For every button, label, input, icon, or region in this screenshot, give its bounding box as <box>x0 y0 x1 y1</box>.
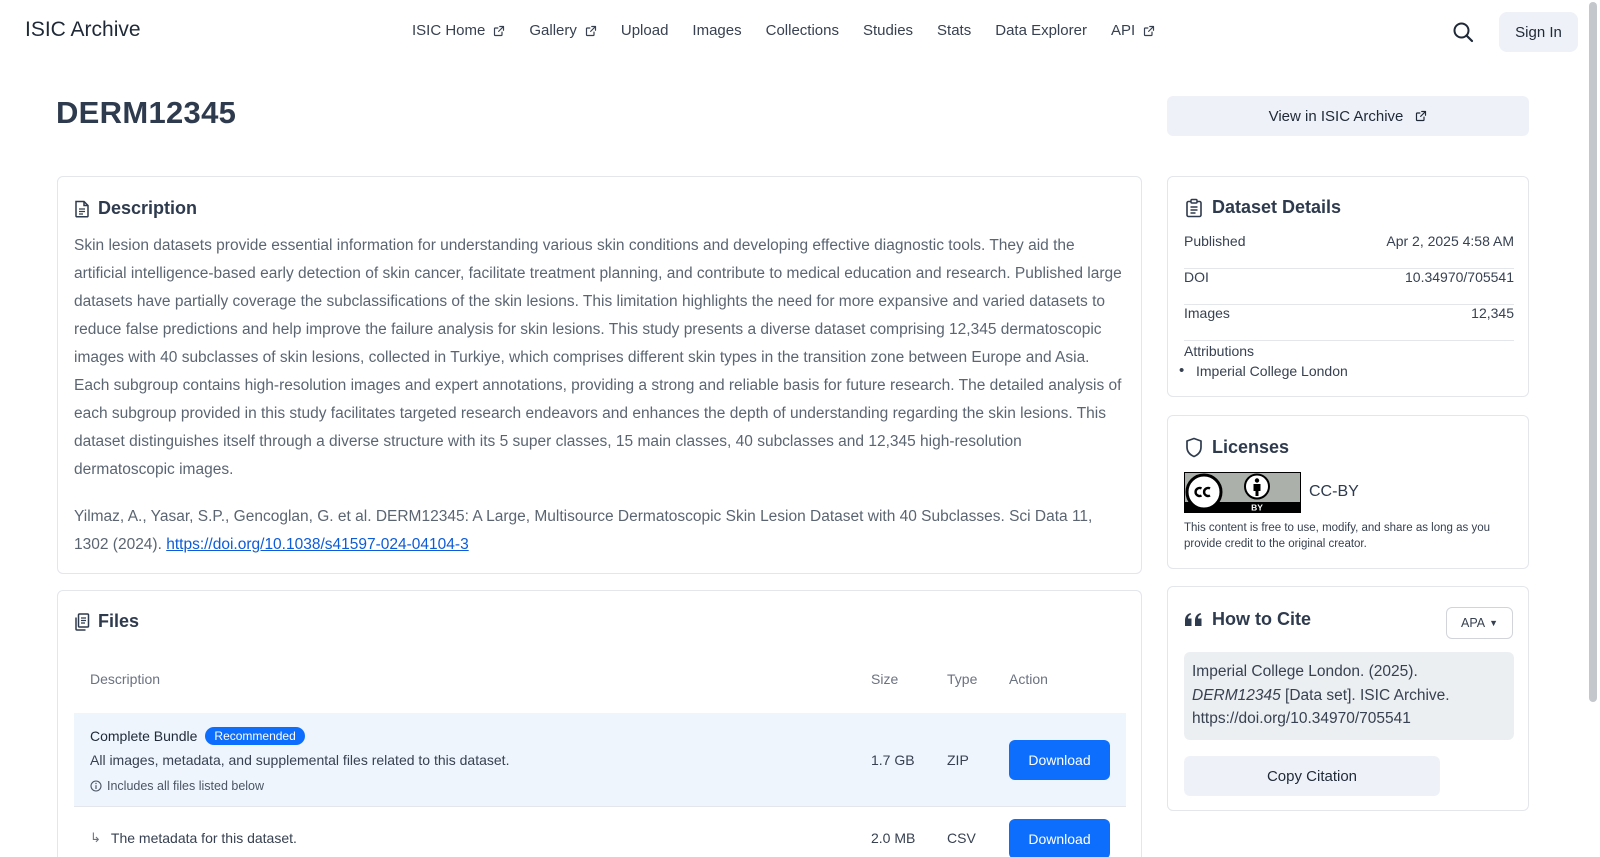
nav-link-label: Gallery <box>529 22 577 39</box>
cc-icon <box>1185 473 1223 511</box>
nav-link-stats[interactable]: Stats <box>937 22 971 39</box>
licenses-heading-text: Licenses <box>1212 437 1290 457</box>
cite-heading: How to Cite <box>1184 609 1311 630</box>
download-metadata-button[interactable]: Download <box>1009 819 1110 857</box>
files-heading-text: Files <box>98 611 140 631</box>
external-link-icon <box>494 25 505 36</box>
cc-badge-text: BY <box>1251 503 1263 513</box>
page-title: DERM12345 <box>56 95 237 130</box>
detail-row-published: Published Apr 2, 2025 4:58 AM <box>1184 233 1514 269</box>
view-button-label: View in ISIC Archive <box>1268 107 1404 125</box>
detail-label: DOI <box>1184 269 1209 285</box>
sub-file-arrow-icon: ↳ <box>90 830 101 845</box>
how-to-cite-card: How to Cite APA ▼ Imperial College Londo… <box>1167 586 1529 811</box>
recommended-badge: Recommended <box>205 727 305 745</box>
detail-value: 12,345 <box>1471 305 1514 321</box>
column-header-action: Action <box>1009 671 1048 687</box>
details-heading-text: Dataset Details <box>1212 197 1342 217</box>
document-icon <box>75 200 89 218</box>
detail-row-doi: DOI 10.34970/705541 <box>1184 269 1514 305</box>
file-size: 2.0 MB <box>871 830 916 846</box>
detail-label: Published <box>1184 233 1246 249</box>
column-header-size: Size <box>871 671 899 687</box>
nav-link-api[interactable]: API <box>1111 22 1155 39</box>
file-size: 1.7 GB <box>871 752 915 768</box>
cc-by-badge: BY <box>1184 472 1301 513</box>
nav-link-upload[interactable]: Upload <box>621 22 669 39</box>
nav-link-label: API <box>1110 22 1136 39</box>
external-link-icon <box>1416 110 1427 122</box>
sign-in-button[interactable]: Sign In <box>1499 12 1578 52</box>
detail-value: Apr 2, 2025 4:58 AM <box>1386 233 1514 249</box>
attributions-label: Attributions <box>1184 343 1255 359</box>
nav-link-collections[interactable]: Collections <box>766 22 839 39</box>
page-scrollbar[interactable] <box>1585 0 1600 857</box>
license-note: This content is free to use, modify, and… <box>1184 522 1490 550</box>
by-person-icon <box>1244 473 1270 500</box>
nav-link-data-explorer[interactable]: Data Explorer <box>995 22 1087 39</box>
table-row: Complete Bundle Recommended All images, … <box>74 713 1126 807</box>
view-in-isic-archive-button[interactable]: View in ISIC Archive <box>1167 96 1529 136</box>
licenses-heading: Licenses <box>1184 437 1289 458</box>
file-type: CSV <box>947 830 976 846</box>
citation-title: DERM12345 <box>1192 686 1281 704</box>
detail-value: 10.34970/705541 <box>1405 269 1514 285</box>
attribution-item: Imperial College London <box>1179 362 1348 379</box>
description-heading: Description <box>74 198 197 219</box>
external-link-icon <box>585 25 596 36</box>
paper-doi-link[interactable]: https://doi.org/10.1038/s41597-024-04104… <box>166 536 468 553</box>
file-name-text: Complete Bundle <box>90 728 198 744</box>
detail-label: Images <box>1184 305 1230 321</box>
file-description-text: The metadata for this dataset. <box>110 830 297 846</box>
detail-row-images: Images 12,345 <box>1184 305 1514 341</box>
description-card: Description Skin lesion datasets provide… <box>57 176 1142 574</box>
clipboard-icon <box>1186 198 1202 217</box>
details-heading: Dataset Details <box>1184 197 1341 218</box>
column-header-description: Description <box>90 671 161 687</box>
search-icon <box>1453 22 1474 43</box>
scrollbar-thumb[interactable] <box>1589 2 1597 702</box>
citation-box: Imperial College London. (2025). DERM123… <box>1184 652 1514 740</box>
licenses-card: Licenses BY CC-BY This content is free t… <box>1167 415 1529 569</box>
search-button[interactable] <box>1452 21 1474 43</box>
table-row: ↳ The metadata for this dataset. 2.0 MB … <box>74 807 1126 857</box>
file-note: Includes all files listed below <box>90 779 264 793</box>
file-note-text: Includes all files listed below <box>107 779 265 793</box>
info-circle-icon <box>90 780 102 792</box>
nav-link-studies[interactable]: Studies <box>863 22 913 39</box>
license-name: CC-BY <box>1309 483 1359 500</box>
dataset-details-card: Dataset Details Published Apr 2, 2025 4:… <box>1167 176 1529 397</box>
files-card: Files Description Size Type Action Compl… <box>57 590 1142 857</box>
external-link-icon <box>1144 25 1155 36</box>
column-header-type: Type <box>947 671 978 687</box>
file-type: ZIP <box>947 752 969 768</box>
nav-link-isic-home[interactable]: ISIC Home <box>412 22 505 39</box>
files-heading: Files <box>74 611 139 632</box>
copy-citation-button[interactable]: Copy Citation <box>1184 756 1440 796</box>
file-name: Complete Bundle Recommended <box>90 727 305 745</box>
citation-text-start: Imperial College London. (2025). <box>1192 663 1418 680</box>
quote-icon <box>1185 612 1202 626</box>
nav-link-gallery[interactable]: Gallery <box>529 22 597 39</box>
files-table-header: Description Size Type Action <box>74 659 1126 699</box>
cite-heading-text: How to Cite <box>1212 609 1311 629</box>
file-description: ↳ The metadata for this dataset. <box>90 830 297 846</box>
description-body: Skin lesion datasets provide essential i… <box>74 237 1122 478</box>
nav-link-label: ISIC Home <box>412 22 486 39</box>
citation-format-dropdown[interactable]: APA ▼ <box>1446 607 1513 639</box>
file-description: All images, metadata, and supplemental f… <box>90 752 510 768</box>
description-heading-text: Description <box>98 198 198 218</box>
files-icon <box>75 612 90 631</box>
brand-logo-link[interactable]: ISIC Archive <box>25 18 141 42</box>
citation-format-value: APA <box>1460 616 1486 630</box>
shield-icon <box>1186 437 1202 458</box>
top-navbar: ISIC Archive ISIC Home Gallery Upload Im… <box>0 0 1585 64</box>
paper-citation: Yilmaz, A., Yasar, S.P., Gencoglan, G. e… <box>74 503 1124 559</box>
caret-down-icon: ▼ <box>1489 618 1498 628</box>
download-bundle-button[interactable]: Download <box>1009 740 1110 780</box>
nav-links: ISIC Home Gallery Upload Images Collecti… <box>412 22 1179 39</box>
nav-link-images[interactable]: Images <box>692 22 741 39</box>
